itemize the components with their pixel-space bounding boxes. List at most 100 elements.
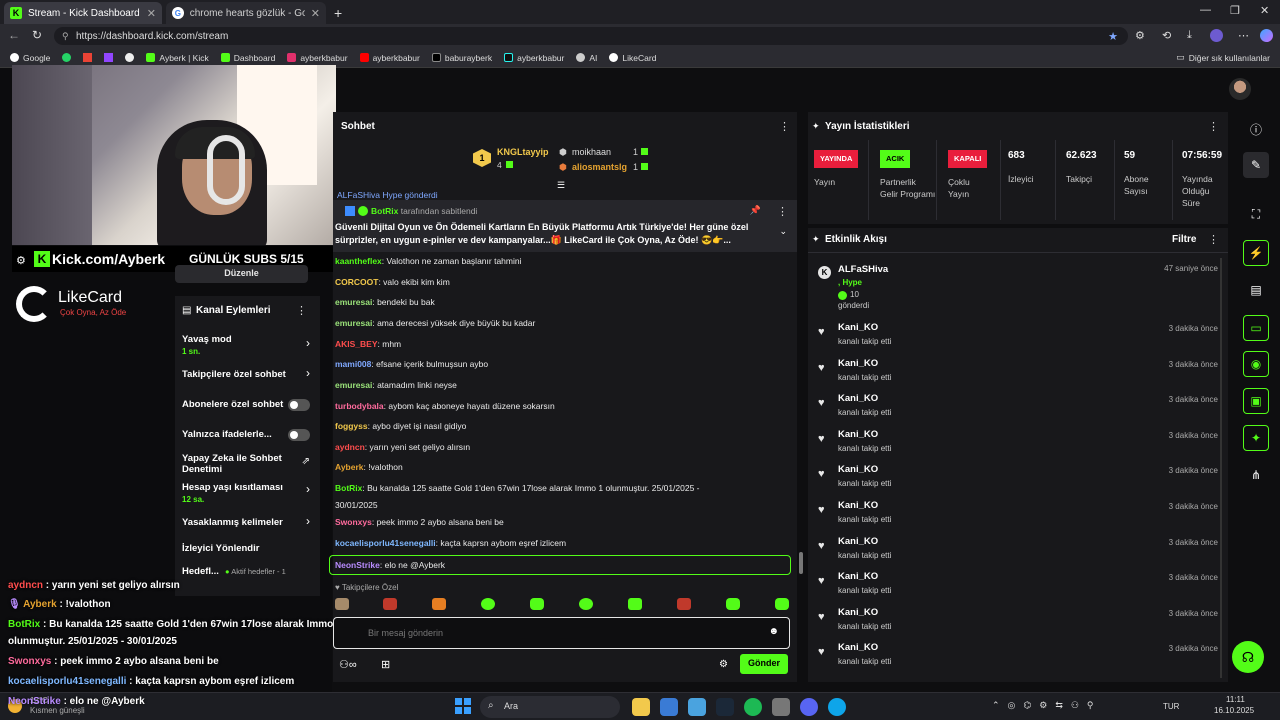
site-info-icon[interactable]: ⚲ (62, 31, 69, 42)
pinned-menu-icon[interactable]: ⋮ (777, 205, 788, 218)
bookmark-likecard[interactable]: LikeCard (609, 53, 656, 63)
bookmark-tiktok[interactable]: ayberkbabur (504, 53, 564, 63)
fullscreen-icon[interactable]: ⛶ (1243, 201, 1269, 227)
emote-2[interactable] (383, 598, 397, 610)
twitch-icon[interactable] (104, 53, 114, 62)
emote-6[interactable] (579, 598, 593, 610)
chat-input[interactable]: Bir mesaj gönderin ☻ (333, 617, 790, 649)
back-icon[interactable]: ← (8, 28, 20, 42)
collapse-leaderboard-icon[interactable]: ☰ (557, 180, 565, 191)
settings-gear-icon[interactable]: ⚙ (16, 254, 26, 267)
spotify-icon[interactable] (744, 698, 762, 716)
app-icon[interactable] (772, 698, 790, 716)
expand-chevron-icon[interactable]: ⌄ (779, 226, 787, 237)
download-icon[interactable]: ⤓ (1187, 29, 1192, 42)
ai-moderation-row[interactable]: Yapay Zeka ile Sohbet Denetimi ⇗ (175, 450, 320, 480)
pin-icon[interactable]: 📌 (750, 205, 761, 216)
history-icon[interactable]: ⟲ (1162, 29, 1171, 42)
slow-mode-row[interactable]: Yavaş mod 1 sn. › (175, 330, 320, 358)
info-icon[interactable]: ⓘ (1243, 116, 1269, 142)
new-tab-icon[interactable]: + (334, 5, 342, 21)
bookmark-google[interactable]: Google (10, 53, 50, 63)
close-tab-icon[interactable]: ✕ (147, 7, 156, 20)
lightning-icon[interactable]: ⚡ (1243, 240, 1269, 266)
bookmark-instagram[interactable]: ayberkbabur (287, 53, 348, 63)
banned-words-row[interactable]: Yasaklanmış kelimeler › (175, 514, 320, 534)
wrench-icon[interactable]: ✦ (1243, 425, 1269, 451)
events-scrollbar[interactable] (1220, 258, 1222, 678)
subscribers-only-row[interactable]: Abonelere özel sohbet (175, 394, 320, 414)
close-tab-icon[interactable]: ✕ (311, 7, 320, 20)
send-button[interactable]: Gönder (740, 654, 788, 674)
bookmark-x[interactable]: baburayberk (431, 53, 492, 63)
taskbar-search[interactable]: ⌕ Ara (480, 696, 620, 718)
bookmark-ayberk-kick[interactable]: Ayberk | Kick (146, 53, 209, 63)
file-explorer-icon[interactable] (632, 698, 650, 716)
bookmark-youtube[interactable]: ayberkbabur (359, 53, 420, 63)
emote-10[interactable] (775, 598, 789, 610)
account-age-row[interactable]: Hesap yaşı kısıtlaması 12 sa. › (175, 480, 320, 508)
copilot-icon[interactable] (1260, 29, 1273, 42)
minimize-icon[interactable]: — (1200, 4, 1211, 16)
discord-icon[interactable] (800, 698, 818, 716)
raid-row[interactable]: İzleyici Yönlendir (175, 540, 320, 560)
github-icon[interactable] (125, 53, 135, 62)
emote-8[interactable] (677, 598, 691, 610)
chat-menu-icon[interactable]: ⋮ (779, 120, 790, 133)
profile-icon[interactable] (1210, 29, 1223, 42)
clock-date[interactable]: 16.10.2025 (1214, 706, 1254, 715)
more-menu-icon[interactable]: ⋯ (1238, 29, 1249, 42)
other-bookmarks[interactable]: ▭ Diğer sık kullanılanlar (1176, 52, 1270, 63)
chat-settings-icon[interactable]: ⚙ (719, 659, 728, 670)
steam-icon[interactable] (716, 698, 734, 716)
subscribers-only-toggle[interactable] (288, 399, 310, 411)
emote-4[interactable] (481, 598, 495, 610)
emote-3[interactable] (432, 598, 446, 610)
emote-only-toggle[interactable] (288, 429, 310, 441)
tab-google-search[interactable]: G chrome hearts gözlük - Google'da ✕ (166, 2, 326, 24)
url-field[interactable]: ⚲ https://dashboard.kick.com/stream ★ (54, 27, 1128, 45)
tray-icons[interactable]: ⌃◎⌬⚙⇆⚇⚲ (992, 700, 1102, 711)
broadcast-icon[interactable]: ◉ (1243, 351, 1269, 377)
followers-only-row[interactable]: Takipçilere özel sohbet › (175, 364, 320, 384)
share-icon[interactable]: ⋔ (1243, 462, 1269, 488)
emote-5[interactable] (530, 598, 544, 610)
emote-9[interactable] (726, 598, 740, 610)
emote-only-row[interactable]: Yalnızca ifadelerle... (175, 424, 320, 444)
close-window-icon[interactable]: ✕ (1260, 4, 1269, 17)
edit-pencil-icon[interactable]: ✎ (1243, 152, 1269, 178)
favorite-star-icon[interactable]: ★ (1108, 30, 1118, 43)
emote-7[interactable] (628, 598, 642, 610)
tab-kick-dashboard[interactable]: K Stream - Kick Dashboard ✕ (4, 2, 162, 24)
dashboard-icon[interactable]: ▣ (1243, 388, 1269, 414)
channel-actions-menu-icon[interactable]: ⋮ (296, 304, 307, 317)
extensions-icon[interactable]: ⚙ (1135, 29, 1145, 42)
bookmark-ai[interactable]: AI (576, 53, 597, 63)
notes-icon[interactable]: ▤ (1243, 277, 1269, 303)
chat-bubble-icon[interactable]: ▭ (1243, 315, 1269, 341)
help-fab-button[interactable]: ☊ (1232, 641, 1264, 673)
stats-sparkle-icon: ✦ (812, 121, 820, 131)
emote-1[interactable] (335, 598, 349, 610)
language-indicator[interactable]: TUR (1163, 702, 1179, 711)
gmail-icon[interactable] (83, 53, 93, 62)
stats-menu-icon[interactable]: ⋮ (1208, 120, 1219, 133)
maximize-icon[interactable]: ❐ (1230, 4, 1240, 17)
photos-icon[interactable] (688, 698, 706, 716)
user-avatar[interactable] (1229, 78, 1251, 100)
gift-shop-icon[interactable]: ⊞ (381, 658, 390, 671)
edit-button[interactable]: Düzenle (175, 265, 308, 283)
bookmark-dashboard[interactable]: Dashboard (220, 53, 275, 63)
chat-tools-icon[interactable]: ⚇∞ (339, 658, 357, 671)
activity-menu-icon[interactable]: ⋮ (1208, 233, 1219, 246)
goals-row[interactable]: Hedefl... ● Aktif hedefler - 1 (175, 564, 320, 584)
whatsapp-icon[interactable] (62, 53, 72, 62)
reload-icon[interactable]: ↻ (32, 28, 42, 42)
chat-scrollbar[interactable] (799, 552, 803, 574)
store-icon[interactable] (660, 698, 678, 716)
emoji-icon[interactable]: ☻ (768, 626, 779, 637)
windows-start-icon[interactable] (455, 698, 471, 714)
filter-button[interactable]: Filtre (1172, 234, 1196, 245)
edge-icon[interactable] (828, 698, 846, 716)
clock-time[interactable]: 11:11 (1226, 695, 1245, 704)
